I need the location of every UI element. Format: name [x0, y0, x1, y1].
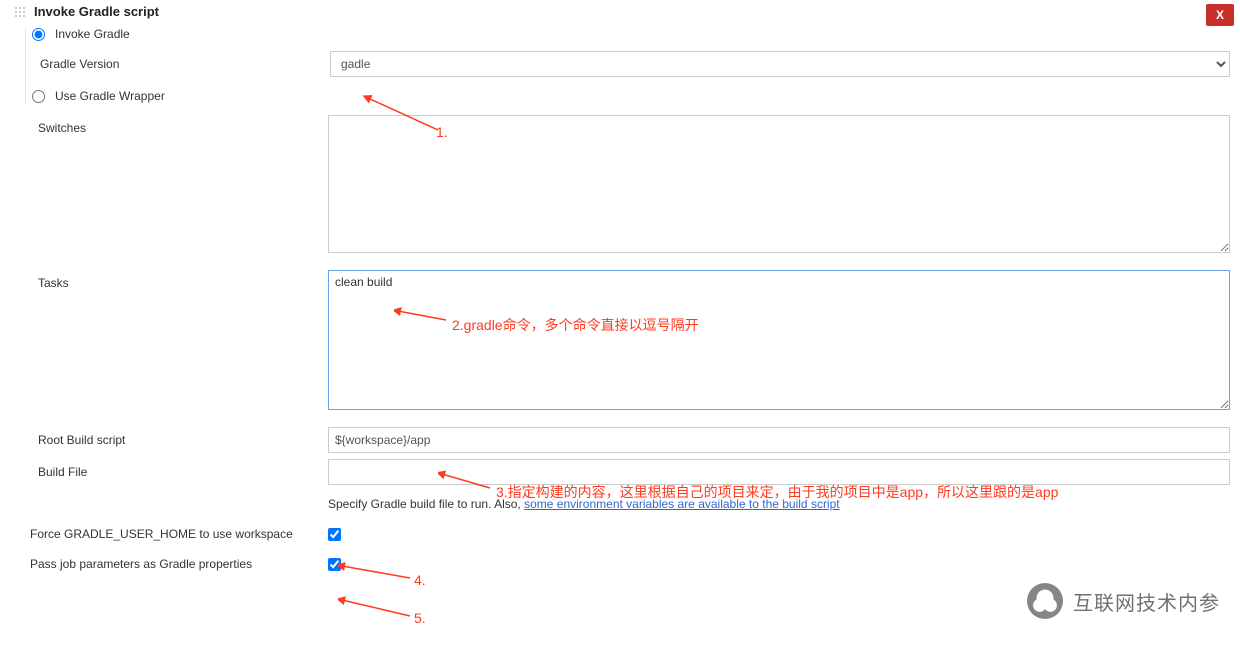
label-pass-params: Pass job parameters as Gradle properties: [30, 557, 328, 571]
drag-handle-icon[interactable]: [14, 6, 26, 18]
switches-textarea[interactable]: [328, 115, 1230, 253]
tasks-textarea[interactable]: clean build: [328, 270, 1230, 410]
build-file-help: Specify Gradle build file to run. Also, …: [328, 491, 1230, 511]
radio-use-wrapper-label: Use Gradle Wrapper: [55, 89, 165, 103]
radio-use-wrapper-input[interactable]: [32, 90, 45, 103]
annotation-arrow-5: [338, 596, 418, 622]
label-switches: Switches: [30, 115, 328, 135]
label-force-home: Force GRADLE_USER_HOME to use workspace: [30, 527, 328, 541]
label-gradle-version: Gradle Version: [32, 51, 330, 71]
watermark-text: 互联网技术内参: [1073, 587, 1220, 616]
build-file-input[interactable]: [328, 459, 1230, 485]
radio-invoke-gradle-input[interactable]: [32, 28, 45, 41]
pass-params-checkbox[interactable]: [328, 558, 341, 571]
radio-invoke-gradle[interactable]: Invoke Gradle: [32, 27, 1230, 41]
wechat-icon: [1027, 583, 1063, 619]
radio-invoke-gradle-label: Invoke Gradle: [55, 27, 130, 41]
annotation-5: 5.: [414, 610, 426, 626]
close-button[interactable]: X: [1206, 4, 1234, 26]
label-root-build-script: Root Build script: [30, 427, 328, 447]
radio-use-wrapper[interactable]: Use Gradle Wrapper: [32, 89, 1230, 103]
env-vars-link[interactable]: some environment variables are available…: [524, 497, 840, 511]
root-build-script-input[interactable]: [328, 427, 1230, 453]
gradle-version-select[interactable]: gadle: [330, 51, 1230, 77]
annotation-4: 4.: [414, 572, 426, 588]
force-home-checkbox[interactable]: [328, 528, 341, 541]
label-build-file: Build File: [30, 459, 328, 479]
section-title: Invoke Gradle script: [34, 4, 159, 19]
watermark: 互联网技术内参: [1027, 583, 1220, 619]
label-empty: [30, 491, 328, 497]
label-tasks: Tasks: [30, 270, 328, 290]
